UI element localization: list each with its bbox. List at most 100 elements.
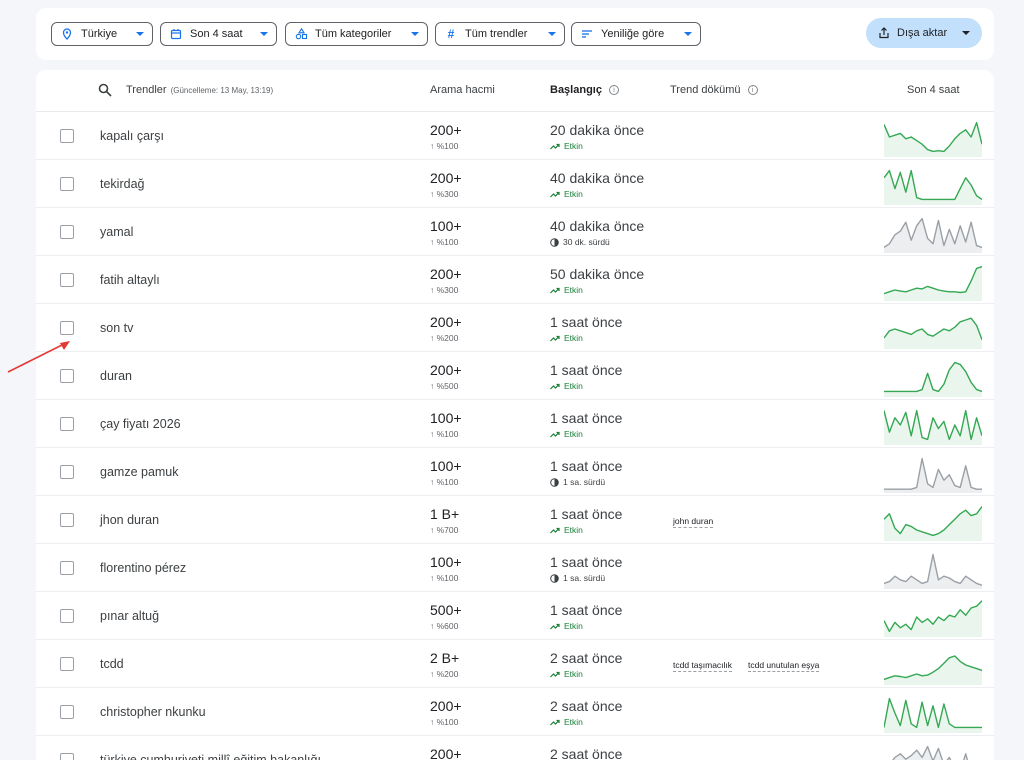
trend-name[interactable]: yamal <box>100 225 133 239</box>
start-time: 1 saat önce <box>550 554 623 570</box>
sparkline-chart <box>892 745 969 760</box>
trends-column-header: Trendler (Güncelleme: 13 May, 13:19) <box>126 84 273 96</box>
row-checkbox[interactable] <box>60 753 74 760</box>
table-row[interactable]: yamal 100+ ↑ %100 40 dakika önce 30 dk. sürd… <box>36 208 994 256</box>
search-volume: 200+ <box>430 746 462 760</box>
info-icon[interactable]: i <box>608 85 619 95</box>
table-row[interactable]: jhon duran 1 B+ ↑ %700 1 saat önce Etkin john… <box>36 496 994 544</box>
status-text: 1 sa. sürdü <box>563 573 606 583</box>
row-checkbox[interactable] <box>60 417 74 431</box>
location-filter-label: Türkiye <box>81 28 118 40</box>
trending-up-icon <box>550 527 560 534</box>
status-text: Etkin <box>564 141 583 151</box>
export-button[interactable]: Dışa aktar <box>866 18 982 48</box>
row-checkbox[interactable] <box>60 705 74 719</box>
trend-name[interactable]: christopher nkunku <box>100 705 206 719</box>
table-row[interactable]: kapalı çarşı 200+ ↑ %100 20 dakika önce Etki… <box>36 112 994 160</box>
table-header: Trendler (Güncelleme: 13 May, 13:19) Ara… <box>36 70 994 112</box>
status-badge: Etkin <box>550 381 583 391</box>
table-row[interactable]: gamze pamuk 100+ ↑ %100 1 saat önce 1 sa. sü… <box>36 448 994 496</box>
row-checkbox[interactable] <box>60 609 74 623</box>
search-volume: 100+ <box>430 410 462 426</box>
trend-name[interactable]: florentino pérez <box>100 561 186 575</box>
hashtag-icon: # <box>447 27 455 41</box>
sparkline-chart <box>884 217 982 253</box>
row-checkbox[interactable] <box>60 273 74 287</box>
sparkline-chart <box>884 655 982 685</box>
row-checkbox[interactable] <box>60 225 74 239</box>
table-row[interactable]: pınar altuğ 500+ ↑ %600 1 saat önce Etkin <box>36 592 994 640</box>
status-badge: Etkin <box>550 285 583 295</box>
table-row[interactable]: christopher nkunku 200+ ↑ %100 2 saat önce E… <box>36 688 994 736</box>
start-column-header[interactable]: Başlangıç i <box>550 84 619 96</box>
breakdown-column-header: Trend dökümü i <box>670 84 758 96</box>
row-checkbox[interactable] <box>60 561 74 575</box>
volume-column-header[interactable]: Arama hacmi <box>430 84 495 96</box>
trend-name[interactable]: tcdd <box>100 657 124 671</box>
export-button-label: Dışa aktar <box>897 27 948 39</box>
table-row[interactable]: fatih altaylı 200+ ↑ %300 50 dakika önce Etk… <box>36 256 994 304</box>
search-volume: 1 B+ <box>430 506 460 522</box>
breakdown-header-label: Trend dökümü <box>670 84 741 96</box>
table-row[interactable]: türkiye cumhuriyeti millî eğitim bakanlı… <box>36 736 994 760</box>
search-volume: 100+ <box>430 554 462 570</box>
search-volume: 100+ <box>430 458 462 474</box>
trend-name[interactable]: türkiye cumhuriyeti millî eğitim bakanlı… <box>100 753 321 760</box>
row-checkbox[interactable] <box>60 657 74 671</box>
search-icon[interactable] <box>98 83 112 97</box>
table-row[interactable]: son tv 200+ ↑ %200 1 saat önce Etkin <box>36 304 994 352</box>
start-time: 1 saat önce <box>550 362 623 378</box>
trend-name[interactable]: son tv <box>100 321 133 335</box>
trend-name[interactable]: tekirdağ <box>100 177 144 191</box>
row-checkbox[interactable] <box>60 321 74 335</box>
breakdown-link[interactable]: tcdd unutulan eşya <box>748 660 820 672</box>
table-row[interactable]: tcdd 2 B+ ↑ %200 2 saat önce Etkin tcdd taşım… <box>36 640 994 688</box>
time-filter-label: Son 4 saat <box>190 28 243 40</box>
trending-up-icon <box>550 623 560 630</box>
row-checkbox[interactable] <box>60 177 74 191</box>
trend-name[interactable]: gamze pamuk <box>100 465 179 479</box>
breakdown-link[interactable]: john duran <box>673 516 714 528</box>
trending-up-icon <box>550 719 560 726</box>
table-row[interactable]: tekirdağ 200+ ↑ %300 40 dakika önce Etkin <box>36 160 994 208</box>
trend-name[interactable]: duran <box>100 369 132 383</box>
sort-filter[interactable]: Yeniliğe göre <box>571 22 701 46</box>
trend-name[interactable]: çay fiyatı 2026 <box>100 417 181 431</box>
search-volume: 200+ <box>430 122 462 138</box>
last4-header-label: Son 4 saat <box>907 84 960 96</box>
status-badge: Etkin <box>550 717 583 727</box>
category-filter[interactable]: Tüm kategoriler <box>285 22 428 46</box>
start-time: 40 dakika önce <box>550 218 645 234</box>
location-filter[interactable]: Türkiye <box>51 22 153 46</box>
table-row[interactable]: duran 200+ ↑ %500 1 saat önce Etkin <box>36 352 994 400</box>
chevron-down-icon <box>548 32 556 36</box>
trend-name[interactable]: kapalı çarşı <box>100 129 164 143</box>
info-icon[interactable]: i <box>747 85 758 95</box>
location-pin-icon <box>60 27 74 41</box>
trend-type-filter[interactable]: # Tüm trendler <box>435 22 565 46</box>
volume-increase: ↑ %200 <box>430 333 459 343</box>
sparkline-chart <box>884 457 982 493</box>
sparkline-chart <box>884 697 982 733</box>
trend-name[interactable]: fatih altaylı <box>100 273 160 287</box>
time-filter[interactable]: Son 4 saat <box>160 22 277 46</box>
volume-increase: ↑ %300 <box>430 189 459 199</box>
volume-increase: ↑ %100 <box>430 717 459 727</box>
row-checkbox[interactable] <box>60 513 74 527</box>
trend-name[interactable]: jhon duran <box>100 513 159 527</box>
table-row[interactable]: çay fiyatı 2026 100+ ↑ %100 1 saat önce Etki… <box>36 400 994 448</box>
category-shapes-icon <box>294 27 308 41</box>
sparkline-area <box>884 318 982 349</box>
row-checkbox[interactable] <box>60 129 74 143</box>
breakdown-link[interactable]: tcdd taşımacılık <box>673 660 733 672</box>
start-time: 2 saat önce <box>550 698 623 714</box>
status-badge: 1 sa. sürdü <box>550 477 605 487</box>
table-row[interactable]: florentino pérez 100+ ↑ %100 1 saat önce 1 s… <box>36 544 994 592</box>
sparkline-chart <box>884 506 982 541</box>
row-checkbox[interactable] <box>60 465 74 479</box>
search-volume: 100+ <box>430 218 462 234</box>
volume-increase: ↑ %100 <box>430 477 459 487</box>
search-volume: 2 B+ <box>430 650 460 666</box>
trend-name[interactable]: pınar altuğ <box>100 609 159 623</box>
trending-up-icon <box>550 671 560 678</box>
